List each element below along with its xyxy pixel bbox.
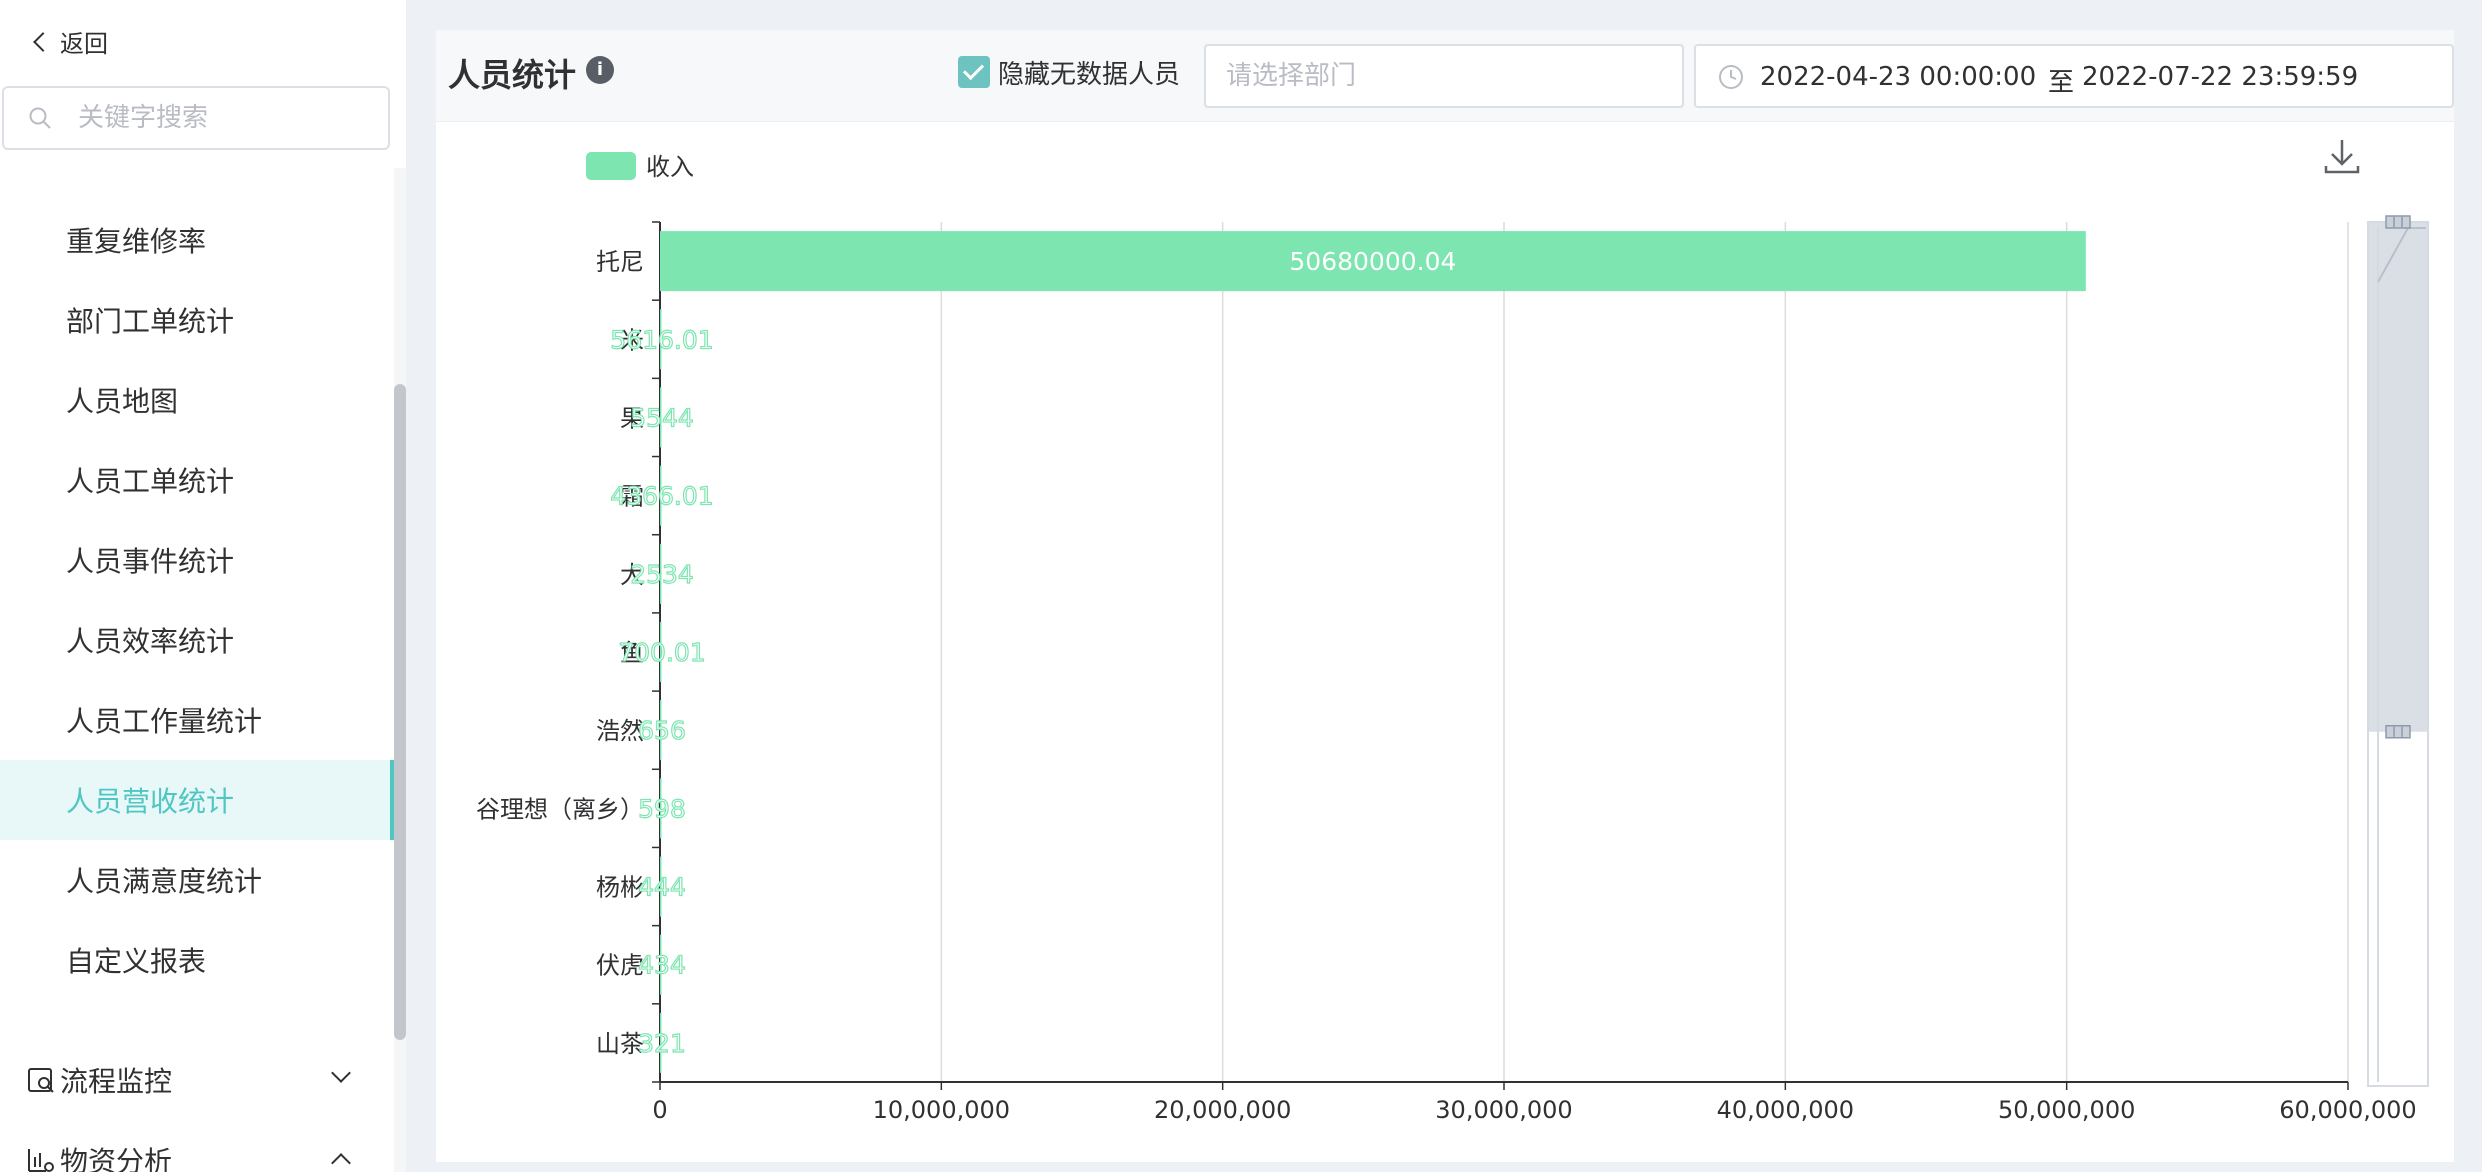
y-category-label: 伏虎 bbox=[596, 952, 644, 980]
sidebar-item-1[interactable]: 部门工单统计 bbox=[0, 280, 394, 360]
process-monitor-icon bbox=[28, 1068, 54, 1093]
bar-value-label: 444 bbox=[638, 873, 686, 902]
sidebar-item-label: 人员事件统计 bbox=[66, 545, 235, 578]
sidebar-item-2[interactable]: 人员地图 bbox=[0, 360, 394, 440]
sidebar-item-4[interactable]: 人员事件统计 bbox=[0, 520, 394, 600]
sidebar-group-0[interactable]: 流程监控 bbox=[0, 1040, 394, 1120]
bar-value-label: 656 bbox=[638, 716, 686, 745]
search-icon bbox=[29, 107, 51, 129]
bar-value-label: 50680000.04 bbox=[1289, 247, 1456, 276]
x-tick-label: 30,000,000 bbox=[1435, 1096, 1572, 1124]
zoom-handle[interactable] bbox=[2385, 215, 2411, 229]
sidebar-group-1[interactable]: 物资分析 bbox=[0, 1120, 394, 1172]
sidebar-item-label: 人员效率统计 bbox=[66, 625, 235, 658]
bar-value-label: 2534 bbox=[630, 560, 694, 589]
sidebar: 返回 重复维修率部门工单统计人员地图人员工单统计人员事件统计人员效率统计人员工作… bbox=[0, 0, 406, 1172]
y-category-label: 谷理想（离乡） bbox=[476, 795, 644, 823]
search-input[interactable] bbox=[78, 88, 378, 148]
x-tick-label: 10,000,000 bbox=[873, 1096, 1010, 1124]
y-category-label: 杨彬 bbox=[596, 874, 644, 902]
menu-item-clipped[interactable] bbox=[0, 168, 394, 186]
x-tick-label: 0 bbox=[652, 1096, 667, 1124]
sidebar-item-7[interactable]: 人员营收统计 bbox=[0, 760, 394, 840]
bar-value-label: 5544 bbox=[630, 403, 694, 432]
chevron-down-icon bbox=[331, 1063, 351, 1083]
sidebar-menu: 重复维修率部门工单统计 人员地图人员工单统计 人员事件统计 人员效率统计 人员工作量统计… bbox=[0, 168, 394, 1172]
download-icon[interactable] bbox=[2324, 140, 2360, 174]
x-tick-label: 20,000,000 bbox=[1154, 1096, 1291, 1124]
chevron-left-icon bbox=[33, 31, 53, 52]
main-panel: 人员统计 i 隐藏无数据人员 2022-04-23 00:00:00 至 202… bbox=[436, 30, 2454, 1162]
y-category-label: 山茶 bbox=[596, 1030, 644, 1058]
x-tick-label: 50,000,000 bbox=[1998, 1096, 2135, 1124]
bar-value-label: 434 bbox=[638, 951, 686, 980]
sidebar-item-label: 重复维修率 bbox=[66, 225, 207, 258]
sidebar-item-label: 部门工单统计 bbox=[66, 305, 235, 338]
sidebar-item-label: 自定义报表 bbox=[66, 945, 207, 978]
bar-value-label: 598 bbox=[638, 794, 686, 823]
bar-value-label: 321 bbox=[638, 1029, 686, 1058]
revenue-chart: 收入 0 10,000,000 20,000,000 30,000,000 40,000,… bbox=[476, 140, 2429, 1124]
zoom-handle[interactable] bbox=[2385, 725, 2411, 739]
sidebar-item-8[interactable]: 人员满意度统计 bbox=[0, 840, 394, 920]
sidebar-item-label: 人员工作量统计 bbox=[66, 705, 263, 738]
zoom-window[interactable] bbox=[2368, 222, 2428, 732]
bar-value-label: 5616.01 bbox=[610, 325, 713, 354]
sidebar-item-label: 人员地图 bbox=[66, 385, 179, 418]
sidebar-item-9[interactable]: 自定义报表 bbox=[0, 920, 394, 1000]
back-label: 返回 bbox=[60, 30, 108, 58]
sidebar-group-label: 物资分析 bbox=[60, 1145, 173, 1172]
sidebar-item-6[interactable]: 人员工作量统计 bbox=[0, 680, 394, 760]
sidebar-item-0[interactable]: 重复维修率 bbox=[0, 200, 394, 280]
legend-swatch[interactable] bbox=[586, 152, 636, 180]
sidebar-item-label: 人员营收统计 bbox=[66, 785, 235, 818]
sidebar-scrollbar-thumb[interactable] bbox=[394, 384, 406, 1040]
bar-value-label: 700.01 bbox=[618, 638, 705, 667]
sidebar-item-label: 人员满意度统计 bbox=[66, 865, 263, 898]
x-tick-label: 60,000,000 bbox=[2279, 1096, 2416, 1124]
y-category-label: 浩然 bbox=[596, 717, 644, 745]
legend-label[interactable]: 收入 bbox=[646, 153, 694, 181]
sidebar-item-3[interactable]: 人员工单统计 bbox=[0, 440, 394, 520]
search-box bbox=[2, 86, 390, 150]
x-tick-label: 40,000,000 bbox=[1717, 1096, 1854, 1124]
y-category-label: 托尼 bbox=[596, 248, 644, 276]
back-button[interactable]: 返回 bbox=[32, 24, 108, 59]
bar-value-label: 4366.01 bbox=[610, 482, 713, 511]
sidebar-item-label: 人员工单统计 bbox=[66, 465, 235, 498]
sidebar-group-label: 流程监控 bbox=[60, 1065, 173, 1098]
chevron-up-icon bbox=[331, 1153, 351, 1172]
sidebar-item-5[interactable]: 人员效率统计 bbox=[0, 600, 394, 680]
material-analysis-icon bbox=[28, 1149, 54, 1172]
